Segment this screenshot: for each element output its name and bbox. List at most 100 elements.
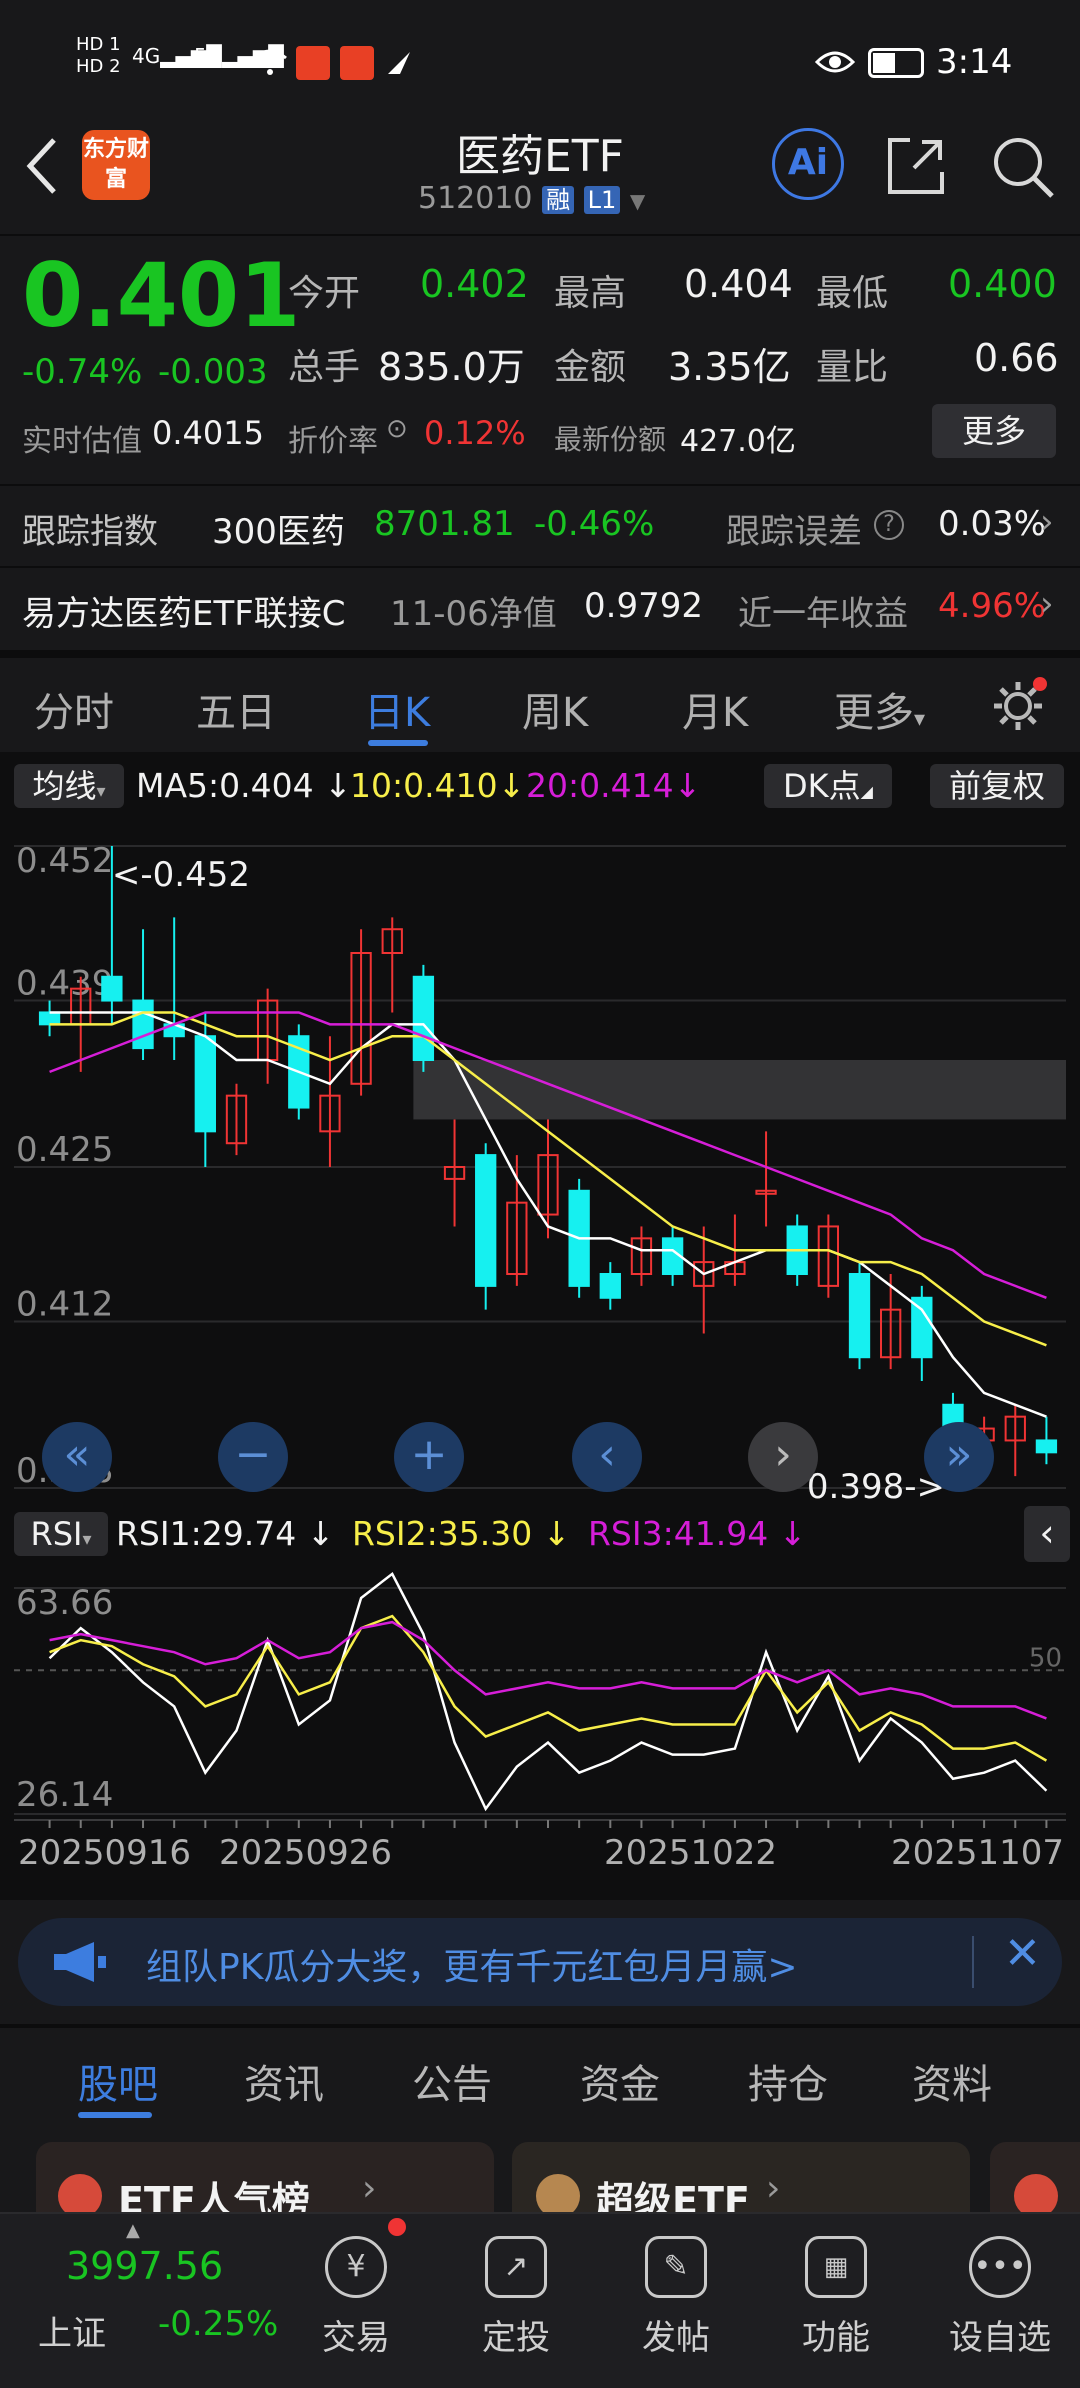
dropdown-triangle-icon[interactable]: ▼ [630, 189, 645, 213]
zoom-in-button[interactable]: + [394, 1422, 464, 1492]
close-icon[interactable]: ✕ [1004, 1928, 1041, 1979]
tracking-index-row[interactable]: 跟踪指数 300医药 8701.81 -0.46% 跟踪误差 ? 0.03% › [0, 486, 1080, 566]
corner-triangle-icon: ◢ [860, 782, 873, 801]
index-name: 上证 [38, 2314, 106, 2354]
tab-news[interactable]: 资讯 [244, 2052, 324, 2110]
yearly-return-value: 4.96% [938, 586, 1047, 626]
yearly-return-label: 近一年收益 [738, 594, 908, 634]
scroll-to-end-button[interactable]: » [924, 1422, 994, 1492]
wifi-icon [253, 49, 287, 75]
candle-body [194, 1035, 216, 1133]
sim-indicator: HD 1 HD 2 [76, 34, 121, 78]
date-tick-label: 20250926 [219, 1833, 392, 1873]
nav-add-watchlist-label: 设自选 [949, 2318, 1051, 2358]
tracking-index-change: -0.46% [534, 504, 655, 544]
tab-more-label: 更多 [834, 690, 914, 736]
date-tick-label: 20251107 [891, 1833, 1064, 1873]
rsi3-text: RSI3:41.94 [588, 1514, 769, 1553]
rsi-selector[interactable]: RSI▾ [14, 1512, 108, 1556]
status-bar: HD 1 HD 2 4G▂▄▆█ 5G▂▄▆█ 3:14 [0, 0, 1080, 120]
send-icon [388, 52, 410, 74]
nav-trade[interactable]: ¥ 交易 [296, 2214, 416, 2359]
tab-capital[interactable]: 资金 [580, 2052, 660, 2110]
tab-intraday[interactable]: 分时 [34, 680, 114, 738]
rsi-selector-label: RSI [30, 1515, 83, 1553]
open-value: 0.402 [420, 262, 529, 306]
sim1-label: HD 1 [76, 34, 121, 55]
ma-selector[interactable]: 均线▾ [14, 764, 124, 808]
tab-profile[interactable]: 资料 [912, 2052, 992, 2110]
dk-point-button[interactable]: DK点◢ [764, 764, 892, 808]
collapse-panel-button[interactable]: ‹ [1024, 1506, 1070, 1562]
y-tick-label: 0.425 [16, 1130, 113, 1170]
ma20-value: 20:0.414↓ [526, 766, 702, 805]
max-price-marker: <-0.452 [112, 855, 250, 895]
scroll-left-button[interactable]: ‹ [572, 1422, 642, 1492]
banner-divider [972, 1936, 974, 1988]
nav-post[interactable]: ✎ 发帖 [616, 2214, 736, 2359]
linked-fund-name: 易方达医药ETF联接C [22, 594, 346, 634]
bottom-navigation: ▲ 3997.56 上证 -0.25% ¥ 交易 ↗ 定投 ✎ 发帖 ▦ 功能 … [0, 2212, 1080, 2388]
iopv-value: 0.4015 [152, 414, 264, 452]
nav-add-watchlist[interactable]: ••• 设自选 [940, 2214, 1060, 2359]
ai-assistant-button[interactable]: Ai [772, 128, 844, 200]
clock: 3:14 [936, 42, 1013, 82]
grid-apps-icon: ▦ [805, 2236, 867, 2298]
volume-value: 835.0万 [378, 345, 525, 389]
tab-more[interactable]: 更多▾ [834, 680, 925, 738]
fund-code-row: 512010 融 L1 ▼ [418, 180, 645, 216]
tab-monthly-k[interactable]: 月K [682, 680, 748, 738]
candle-body [38, 1011, 61, 1026]
rsi1-text: RSI1:29.74 [116, 1514, 297, 1553]
rsi-series-line [48, 1571, 1048, 1812]
info-dots-icon[interactable]: ⊙ [386, 414, 408, 444]
tab-forum[interactable]: 股吧 [78, 2052, 158, 2110]
taobao-app-icon [296, 46, 330, 80]
edit-pencil-icon: ✎ [645, 2236, 707, 2298]
zoom-out-button[interactable]: − [218, 1422, 288, 1492]
settings-gear-icon[interactable] [990, 676, 1050, 736]
tracking-index-value: 8701.81 [374, 504, 515, 544]
ma10-value: 10:0.410↓ [350, 766, 526, 805]
tab-weekly-k[interactable]: 周K [522, 680, 588, 738]
tab-daily-k[interactable]: 日K [364, 680, 430, 738]
tab-five-day[interactable]: 五日 [196, 680, 276, 738]
candle-body [475, 1154, 497, 1287]
index-ticker[interactable]: ▲ 3997.56 上证 -0.25% [0, 2214, 278, 2388]
tracking-error-label: 跟踪误差 [726, 512, 862, 552]
high-label: 最高 [554, 273, 627, 314]
search-icon[interactable] [988, 132, 1056, 200]
date-tick-label: 20251022 [604, 1833, 777, 1873]
candle-body [848, 1273, 871, 1359]
more-button[interactable]: 更多 [932, 404, 1056, 458]
scroll-to-start-button[interactable]: « [42, 1422, 112, 1492]
linked-fund-row[interactable]: 易方达医药ETF联接C 11-06净值 0.9792 近一年收益 4.96% › [0, 568, 1080, 650]
nav-functions[interactable]: ▦ 功能 [776, 2214, 896, 2359]
tab-announcements[interactable]: 公告 [412, 2052, 492, 2110]
scroll-right-button[interactable]: › [748, 1422, 818, 1492]
volume-ratio-label: 量比 [816, 347, 889, 388]
caret-down-icon: ▾ [96, 781, 106, 802]
notification-dot [388, 2218, 406, 2236]
promo-banner[interactable]: 组队PK瓜分大奖，更有千元红包月月赢> ✕ [18, 1918, 1062, 2006]
min-price-marker: 0.398-> [807, 1467, 945, 1507]
tracking-index-label: 跟踪指数 [22, 512, 158, 552]
candle-body [1035, 1439, 1058, 1454]
ma10-text: 10:0.410 [350, 766, 498, 805]
tab-holdings[interactable]: 持仓 [748, 2052, 828, 2110]
help-icon[interactable]: ? [874, 510, 904, 540]
rsi1-value: RSI1:29.74 ↓ [116, 1514, 335, 1553]
price-adjust-button[interactable]: 前复权 [930, 764, 1064, 808]
tracking-index-name: 300医药 [212, 512, 345, 552]
change-percent: -0.74% [22, 352, 143, 392]
nav-auto-invest[interactable]: ↗ 定投 [456, 2214, 576, 2359]
candlestick-chart[interactable]: 0.4520.4390.4250.4120.398<-0.4520.398-> [0, 818, 1080, 1508]
caret-down-icon: ▾ [82, 1529, 92, 1550]
share-icon[interactable] [884, 134, 948, 198]
discount-label: 折价率 [288, 424, 378, 459]
discount-value: 0.12% [424, 414, 526, 452]
nav-functions-label: 功能 [802, 2318, 870, 2358]
app-header: 东方财富 医药ETF 512010 融 L1 ▼ Ai [0, 120, 1080, 232]
index-change: -0.25% [158, 2304, 279, 2344]
rsi-chart[interactable]: 50 63.66 26.14 20250916 20250926 20251022 2025… [0, 1564, 1080, 1900]
